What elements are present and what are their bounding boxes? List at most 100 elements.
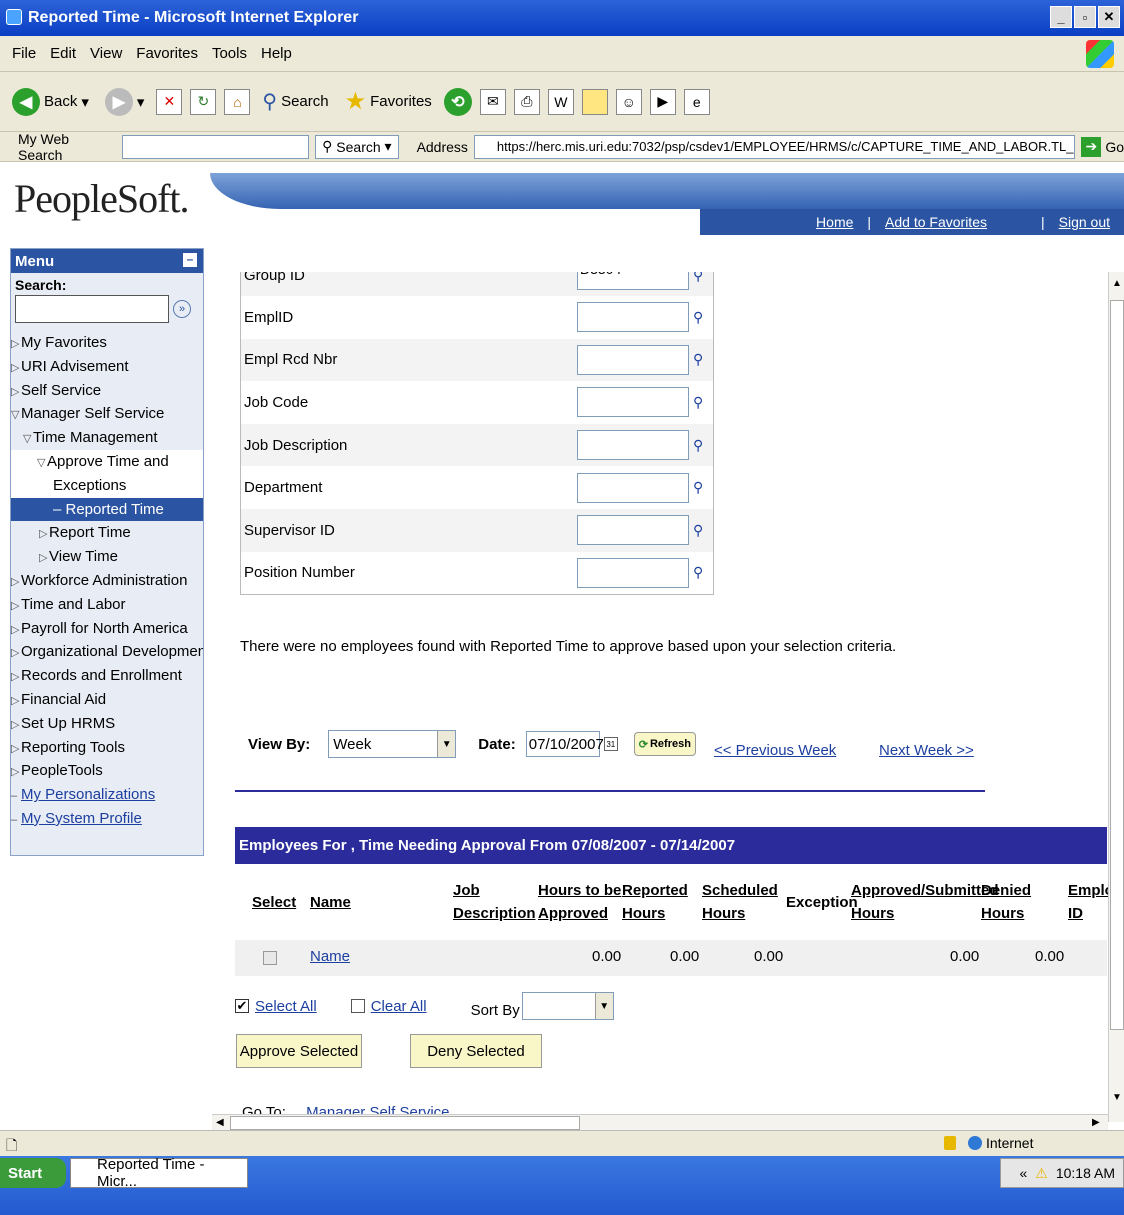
lookup-icon[interactable]: ⚲ (693, 522, 703, 539)
vertical-scroll-thumb[interactable] (1110, 300, 1124, 1030)
sidebar-item-view-time[interactable]: ▷ View Time (11, 545, 203, 569)
close-button[interactable]: ✕ (1098, 6, 1120, 28)
sidebar-item-uri-advisement[interactable]: ▷ URI Advisement (11, 355, 203, 379)
messenger-icon[interactable]: ☺ (615, 88, 642, 115)
sidebar-item-time-management[interactable]: ▽ Time Management (11, 426, 203, 450)
col-hours-tba-2[interactable]: Approved (538, 903, 608, 925)
research-icon[interactable]: e (683, 88, 710, 115)
taskbar-ie-window[interactable]: Reported Time - Micr... (70, 1156, 248, 1190)
favorites-button[interactable]: ★ Favorites (341, 82, 436, 122)
stop-icon[interactable]: ✕ (156, 88, 183, 115)
sidebar-item-reporting-tools[interactable]: ▷ Reporting Tools (11, 736, 203, 760)
job-description-input[interactable] (577, 430, 689, 461)
sidebar-item-set-up-hrms[interactable]: ▷ Set Up HRMS (11, 712, 203, 736)
position-number-input[interactable] (577, 557, 689, 588)
select-all-checkbox-icon[interactable]: ✔ (235, 999, 249, 1013)
lookup-icon[interactable]: ⚲ (693, 309, 703, 326)
forward-button[interactable]: ▶ ▾ (101, 82, 149, 122)
sidebar-item-my-favorites[interactable]: ▷ My Favorites (11, 331, 203, 355)
col-hours-tba-1[interactable]: Hours to be (538, 880, 621, 902)
col-reported-1[interactable]: Reported (622, 880, 688, 902)
col-name[interactable]: Name (310, 892, 351, 914)
media-icon[interactable]: ▶ (649, 88, 676, 115)
sort-by-select[interactable]: ▼ (521, 992, 614, 1020)
scroll-down-icon[interactable]: ▼ (1112, 1092, 1122, 1103)
col-reported-2[interactable]: Hours (622, 903, 665, 925)
col-scheduled-2[interactable]: Hours (702, 903, 745, 925)
next-week-link[interactable]: Next Week >> (879, 742, 974, 759)
home-link[interactable]: Home (802, 214, 867, 230)
job-code-input[interactable] (577, 387, 689, 418)
sign-out-link[interactable]: Sign out (1045, 214, 1124, 230)
scroll-up-icon[interactable]: ▲ (1112, 278, 1122, 289)
tray-expand-icon[interactable]: « (1019, 1165, 1027, 1181)
sidebar-item-payroll[interactable]: ▷ Payroll for North America (11, 617, 203, 641)
sidebar-item-my-personalizations[interactable]: – My Personalizations (11, 783, 203, 807)
sidebar-item-manager-self-service[interactable]: ▽ Manager Self Service (11, 402, 203, 426)
lookup-icon[interactable]: ⚲ (693, 394, 703, 411)
sidebar-item-workforce-admin[interactable]: ▷ Workforce Administration (11, 569, 203, 593)
mail-icon[interactable]: ✉ (479, 88, 506, 115)
col-job-desc-1[interactable]: Job (453, 880, 480, 902)
col-approved-2[interactable]: Hours (851, 903, 894, 925)
col-select[interactable]: Select (252, 892, 296, 914)
scroll-left-icon[interactable]: ◀ (216, 1117, 224, 1128)
view-by-select[interactable]: Week ▼ (328, 730, 457, 758)
menu-search-input[interactable] (15, 295, 169, 323)
lookup-icon[interactable]: ⚲ (693, 564, 703, 581)
horizontal-scrollbar[interactable]: ◀ ▶ (212, 1114, 1108, 1130)
sidebar-item-my-system-profile[interactable]: – My System Profile (11, 807, 203, 831)
lookup-icon[interactable]: ⚲ (693, 351, 703, 368)
minimize-button[interactable]: _ (1050, 6, 1072, 28)
clear-all-link[interactable]: Clear All (371, 998, 427, 1015)
menu-search-go-icon[interactable]: » (173, 300, 191, 318)
add-to-favorites-link[interactable]: Add to Favorites (871, 214, 1001, 230)
approve-selected-button[interactable]: Approve Selected (236, 1034, 362, 1068)
sidebar-item-report-time[interactable]: ▷ Report Time (11, 521, 203, 545)
date-input[interactable]: 07/10/2007 (525, 731, 604, 757)
lookup-icon[interactable]: ⚲ (693, 272, 703, 284)
folder-icon[interactable] (581, 88, 608, 115)
sidebar-item-financial-aid[interactable]: ▷ Financial Aid (11, 688, 203, 712)
col-denied-1[interactable]: Denied (981, 880, 1031, 902)
refresh-icon[interactable]: ↻ (190, 88, 217, 115)
warning-icon[interactable]: ⚠ (1035, 1165, 1048, 1182)
department-input[interactable] (577, 472, 689, 503)
history-icon[interactable]: ⟲ (443, 87, 472, 116)
deny-selected-button[interactable]: Deny Selected (410, 1034, 542, 1068)
address-input[interactable]: https://herc.mis.uri.edu:7032/psp/csdev1… (473, 134, 1076, 159)
sidebar-item-approve-time[interactable]: ▽ Approve Time and (11, 449, 203, 474)
collapse-icon[interactable]: – (183, 253, 197, 267)
menu-edit[interactable]: Edit (50, 45, 76, 62)
col-scheduled-1[interactable]: Scheduled (702, 880, 778, 902)
supervisor-id-input[interactable] (577, 515, 689, 546)
search-button[interactable]: ⚲ Search (258, 82, 332, 122)
col-approved-1[interactable]: Approved/Submitted (851, 880, 999, 902)
col-denied-2[interactable]: Hours (981, 903, 1024, 925)
col-employee-2[interactable]: ID (1068, 903, 1083, 925)
web-search-input[interactable] (121, 134, 310, 159)
lookup-icon[interactable]: ⚲ (693, 479, 703, 496)
vertical-scrollbar[interactable]: ▲ ▼ (1108, 272, 1124, 1122)
sidebar-item-reported-time[interactable]: – Reported Time (11, 497, 203, 522)
back-button[interactable]: ◀ Back ▾ (8, 82, 93, 122)
col-job-desc-2[interactable]: Description (453, 903, 536, 925)
employee-name-link[interactable]: Name (310, 948, 350, 965)
clear-all-checkbox-icon[interactable] (350, 999, 365, 1013)
calendar-icon[interactable]: 31 (603, 737, 618, 751)
maximize-button[interactable]: ▫ (1074, 6, 1096, 28)
sidebar-item-approve-time-cont[interactable]: Exceptions (11, 473, 203, 498)
edit-icon[interactable]: W (547, 88, 574, 115)
sidebar-item-self-service[interactable]: ▷ Self Service (11, 379, 203, 403)
empl-rcd-input[interactable] (577, 344, 689, 375)
sidebar-item-peopletools[interactable]: ▷ PeopleTools (11, 759, 203, 783)
sidebar-item-records-enrollment[interactable]: ▷ Records and Enrollment (11, 664, 203, 688)
emplid-input[interactable] (577, 302, 689, 333)
col-employee-1[interactable]: Employ (1068, 880, 1108, 902)
menu-file[interactable]: File (12, 45, 36, 62)
home-icon[interactable]: ⌂ (224, 88, 251, 115)
sidebar-item-time-and-labor[interactable]: ▷ Time and Labor (11, 593, 203, 617)
sidebar-item-org-development[interactable]: ▷ Organizational Development (11, 640, 203, 664)
menu-favorites[interactable]: Favorites (136, 45, 198, 62)
previous-week-link[interactable]: << Previous Week (714, 742, 836, 759)
